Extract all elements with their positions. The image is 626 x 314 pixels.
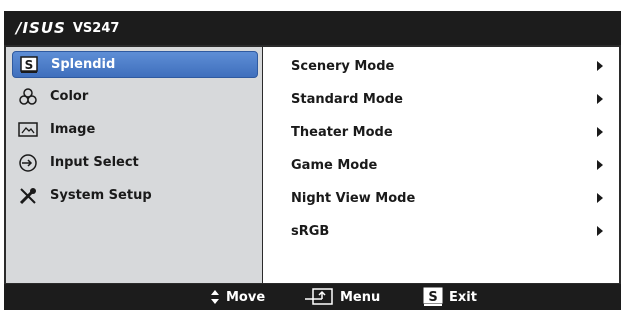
- model-name: VS247: [72, 20, 120, 36]
- up-down-arrows-icon: [210, 289, 220, 305]
- submenu-item-label: Night View Mode: [291, 190, 416, 206]
- chevron-right-icon: [597, 127, 603, 137]
- menu-item-splendid[interactable]: S Splendid: [12, 51, 258, 78]
- submenu-item-standard-mode[interactable]: Standard Mode: [291, 88, 611, 110]
- submenu-item-game-mode[interactable]: Game Mode: [291, 154, 611, 176]
- menu-item-label: Splendid: [51, 57, 116, 72]
- submenu-item-theater-mode[interactable]: Theater Mode: [291, 121, 611, 143]
- svg-text:S: S: [428, 290, 437, 305]
- menu-item-system-setup[interactable]: System Setup: [12, 183, 256, 208]
- menu-item-label: Image: [50, 122, 96, 137]
- exit-label: Exit: [449, 289, 477, 305]
- osd-footer: Move Menu S Exit: [4, 284, 621, 310]
- chevron-right-icon: [597, 94, 603, 104]
- submenu-item-scenery-mode[interactable]: Scenery Mode: [291, 55, 611, 77]
- menu-item-image[interactable]: Image: [12, 117, 256, 142]
- splendid-s-icon: S: [19, 55, 39, 75]
- menu-item-label: System Setup: [50, 188, 152, 203]
- splendid-s-icon: S: [423, 287, 443, 307]
- menu-item-color[interactable]: Color: [12, 84, 256, 109]
- menu-item-label: Color: [50, 89, 89, 104]
- submenu-item-srgb[interactable]: sRGB: [291, 220, 611, 242]
- chevron-right-icon: [597, 226, 603, 236]
- osd-panel: /ISUS VS247 S Splendid Color Image Input…: [4, 11, 621, 310]
- main-menu: S Splendid Color Image Input Select Syst…: [6, 47, 262, 283]
- submenu-item-label: Theater Mode: [291, 124, 393, 140]
- submenu-item-label: sRGB: [291, 223, 330, 239]
- submenu-item-label: Game Mode: [291, 157, 378, 173]
- asus-logo: /ISUS VS247: [16, 19, 119, 37]
- menu-item-input-select[interactable]: Input Select: [12, 150, 256, 175]
- chevron-right-icon: [597, 193, 603, 203]
- chevron-right-icon: [597, 160, 603, 170]
- color-dots-icon: [18, 87, 38, 107]
- image-icon: [18, 120, 38, 140]
- wrench-icon: [18, 186, 38, 206]
- sub-menu: Scenery Mode Standard Mode Theater Mode …: [263, 47, 619, 283]
- osd-body: S Splendid Color Image Input Select Syst…: [4, 45, 621, 284]
- move-hint[interactable]: Move: [210, 284, 265, 310]
- enter-icon: [304, 288, 334, 306]
- input-arrow-icon: [18, 153, 38, 173]
- move-label: Move: [226, 289, 266, 305]
- svg-text:S: S: [25, 58, 34, 72]
- menu-label: Menu: [340, 289, 381, 305]
- chevron-right-icon: [597, 61, 603, 71]
- osd-title-bar: /ISUS VS247: [4, 11, 621, 45]
- brand-logo-text: /ISUS: [16, 19, 66, 37]
- submenu-item-label: Standard Mode: [291, 91, 403, 107]
- menu-hint[interactable]: Menu: [304, 284, 380, 310]
- submenu-item-label: Scenery Mode: [291, 58, 395, 74]
- exit-hint[interactable]: S Exit: [423, 284, 477, 310]
- menu-item-label: Input Select: [50, 155, 139, 170]
- submenu-item-night-view-mode[interactable]: Night View Mode: [291, 187, 611, 209]
